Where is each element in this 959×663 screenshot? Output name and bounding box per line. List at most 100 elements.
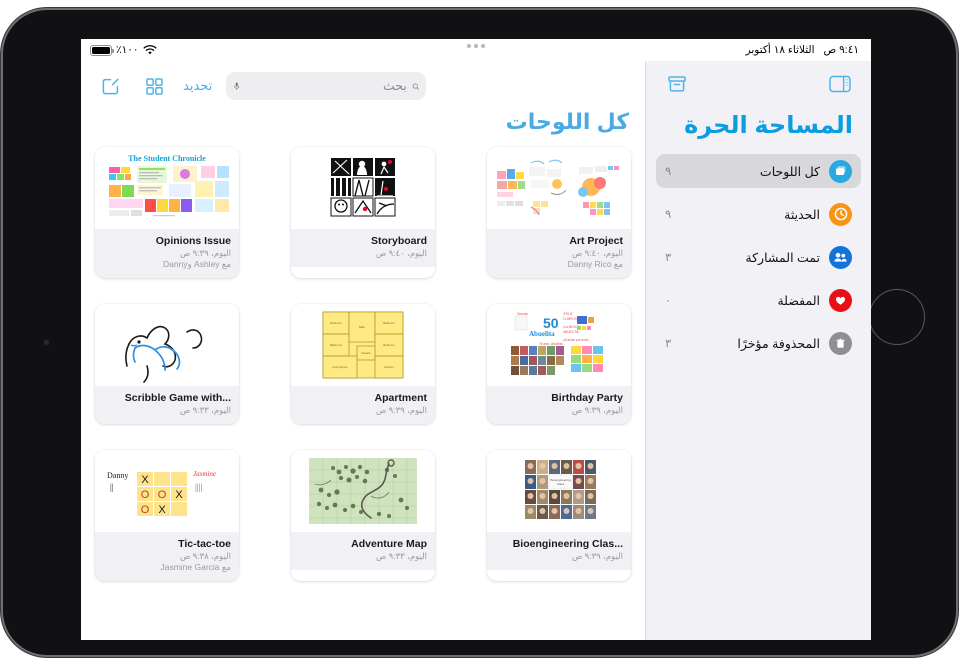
- board-title: Scribble Game with...: [124, 392, 231, 404]
- board-caption: Bioengineering Clas... اليوم، ٩:٣٩ ص: [487, 532, 631, 570]
- home-button[interactable]: [869, 289, 925, 345]
- board-card[interactable]: Danny || X O O X O X Jasmine |||| Tic-ta…: [95, 450, 239, 581]
- board-time: اليوم، ٩:٣٣ ص: [180, 405, 231, 415]
- board-title: Opinions Issue: [155, 235, 231, 247]
- svg-text:Abuelita: Abuelita: [529, 330, 555, 338]
- sidebar-item-count: ٩: [665, 166, 672, 178]
- board-caption: Storyboard اليوم، ٩:٤٠ ص: [291, 229, 435, 267]
- board-title: Tic-tac-toe: [178, 538, 231, 550]
- sidebar: المساحة الحرة كل اللوحات ٩ الحديثة ٩ تمت…: [645, 61, 871, 640]
- wifi-icon: [143, 44, 157, 54]
- board-thumbnail: [291, 147, 435, 229]
- board-title: Bioengineering Clas...: [512, 538, 623, 550]
- people-icon: [829, 245, 852, 269]
- sidebar-toggle-icon[interactable]: [825, 69, 855, 99]
- board-time: اليوم، ٩:٣٩ ص: [572, 551, 623, 561]
- floorplan-art: Bedroom Bathroom Bath Bedroom Bedroom Cl…: [291, 304, 435, 386]
- boards-grid: The Student Chronicle Opinions Issue الي…: [95, 147, 631, 581]
- sidebar-toolbar: [656, 61, 861, 107]
- board-caption: Apartment اليوم، ٩:٣٩ ص: [291, 386, 435, 424]
- sidebar-item-label: الحديثة: [784, 207, 820, 222]
- board-thumbnail: [95, 304, 239, 386]
- svg-text:The Student Chronicle: The Student Chronicle: [128, 154, 206, 163]
- board-caption: Birthday Party اليوم، ٩:٣٩ ص: [487, 386, 631, 424]
- board-thumbnail: Bedroom Bathroom Bath Bedroom Bedroom Cl…: [291, 304, 435, 386]
- board-thumbnail: Bioengineering Class: [487, 450, 631, 532]
- board-thumbnail: [487, 147, 631, 229]
- board-card[interactable]: The Student Chronicle Opinions Issue الي…: [95, 147, 239, 278]
- sidebar-item-all-boards[interactable]: كل اللوحات ٩: [656, 154, 861, 188]
- svg-text:50: 50: [543, 315, 559, 331]
- sidebar-item-label: تمت المشاركة: [745, 250, 820, 265]
- board-card[interactable]: 50 Abuelita Gracias ¡FELIZ CUMPLE! ¡LA ME…: [487, 304, 631, 424]
- board-time: اليوم، ٩:٣٩ ص: [180, 248, 231, 258]
- sidebar-item-favorites[interactable]: المفضلة ٠: [656, 283, 861, 317]
- microphone-icon[interactable]: [233, 79, 241, 93]
- sidebar-item-recently-deleted[interactable]: المحذوفة مؤخرًا ٣: [656, 326, 861, 360]
- board-caption: Opinions Issue اليوم، ٩:٣٩ ص مع Ashley و…: [95, 229, 239, 278]
- board-card[interactable]: Bedroom Bathroom Bath Bedroom Bedroom Cl…: [291, 304, 435, 424]
- clock-icon: [829, 202, 852, 226]
- boards-stack-icon: [829, 159, 852, 183]
- board-time: اليوم، ٩:٣٩ ص: [572, 405, 623, 415]
- sidebar-item-count: ٣: [665, 338, 672, 350]
- battery-percent: ٪١٠٠: [116, 44, 139, 56]
- board-shared-with: مع Danny Rico: [567, 259, 623, 269]
- trash-icon: [829, 331, 852, 355]
- board-card[interactable]: Adventure Map اليوم، ٩:٣٣ ص: [291, 450, 435, 581]
- board-title: Adventure Map: [351, 538, 427, 550]
- board-title: Apartment: [374, 392, 427, 404]
- scribble-dog-art: [95, 304, 239, 386]
- multitasking-dots-icon[interactable]: [467, 44, 485, 48]
- select-button[interactable]: تحديد: [183, 78, 212, 94]
- front-camera: [43, 339, 50, 346]
- sidebar-item-recents[interactable]: الحديثة ٩: [656, 197, 861, 231]
- search-field[interactable]: [226, 72, 427, 100]
- svg-text:Bathroom: Bathroom: [330, 343, 343, 347]
- svg-text:O: O: [141, 504, 150, 516]
- board-time: اليوم، ٩:٣٨ ص: [180, 551, 231, 561]
- sidebar-item-label: المحذوفة مؤخرًا: [737, 336, 820, 351]
- svg-text:||||: ||||: [195, 482, 202, 492]
- board-caption: Adventure Map اليوم، ٩:٣٣ ص: [291, 532, 435, 570]
- board-thumbnail: 50 Abuelita Gracias ¡FELIZ CUMPLE! ¡LA ME…: [487, 304, 631, 386]
- sidebar-item-label: المفضلة: [777, 293, 820, 308]
- svg-text:Bedroom: Bedroom: [383, 343, 395, 347]
- screen: ٪١٠٠ ٩:٤١ ص الثلاثاء ١٨ أكتوبر المساحة ا…: [81, 39, 871, 640]
- sidebar-title: المساحة الحرة: [684, 112, 853, 139]
- svg-text:ABUELITA!: ABUELITA!: [563, 330, 579, 334]
- archive-box-icon[interactable]: [662, 69, 692, 99]
- board-card[interactable]: Scribble Game with... اليوم، ٩:٣٣ ص: [95, 304, 239, 424]
- board-card[interactable]: Bioengineering Class Bioengineering Clas…: [487, 450, 631, 581]
- board-shared-with: مع Jasmine Garcia: [160, 562, 231, 572]
- board-card[interactable]: Storyboard اليوم، ٩:٤٠ ص: [291, 147, 435, 278]
- grid-view-icon[interactable]: [139, 71, 169, 101]
- status-bar-date: الثلاثاء ١٨ أكتوبر: [745, 44, 815, 56]
- faces-grid-art: Bioengineering Class: [487, 450, 631, 532]
- status-bar-left: ٪١٠٠: [90, 44, 157, 56]
- svg-text:Bedroom: Bedroom: [383, 321, 395, 325]
- board-title: Storyboard: [370, 235, 427, 247]
- svg-text:Bath: Bath: [359, 325, 365, 329]
- birthday-collage-art: 50 Abuelita Gracias ¡FELIZCUMPLE! ¡LA ME…: [487, 304, 631, 386]
- sidebar-item-shared[interactable]: تمت المشاركة ٣: [656, 240, 861, 274]
- board-card[interactable]: Art Project اليوم، ٩:٤٠ ص مع Danny Rico: [487, 147, 631, 278]
- search-input[interactable]: [245, 79, 407, 93]
- svg-text:¡FELIZ: ¡FELIZ: [563, 312, 573, 316]
- sidebar-item-count: ٣: [665, 252, 672, 264]
- board-caption: Scribble Game with... اليوم، ٩:٣٣ ص: [95, 386, 239, 424]
- main-toolbar: تحديد: [95, 61, 631, 107]
- svg-text:X: X: [158, 504, 166, 516]
- board-shared-with: مع Ashley وDanny: [162, 259, 231, 269]
- compose-new-board-icon[interactable]: [95, 71, 125, 101]
- svg-text:||: ||: [110, 482, 114, 492]
- heart-icon: [829, 288, 852, 312]
- status-bar-right: ٩:٤١ ص الثلاثاء ١٨ أكتوبر: [746, 44, 859, 56]
- sidebar-item-count: ٩: [665, 209, 672, 221]
- svg-text:Kitchen: Kitchen: [384, 365, 394, 369]
- svg-text:Closets: Closets: [361, 351, 371, 355]
- board-thumbnail: [291, 450, 435, 532]
- board-thumbnail: The Student Chronicle: [95, 147, 239, 229]
- svg-text:Jasmine: Jasmine: [193, 470, 216, 478]
- freeform-app: المساحة الحرة كل اللوحات ٩ الحديثة ٩ تمت…: [81, 61, 871, 640]
